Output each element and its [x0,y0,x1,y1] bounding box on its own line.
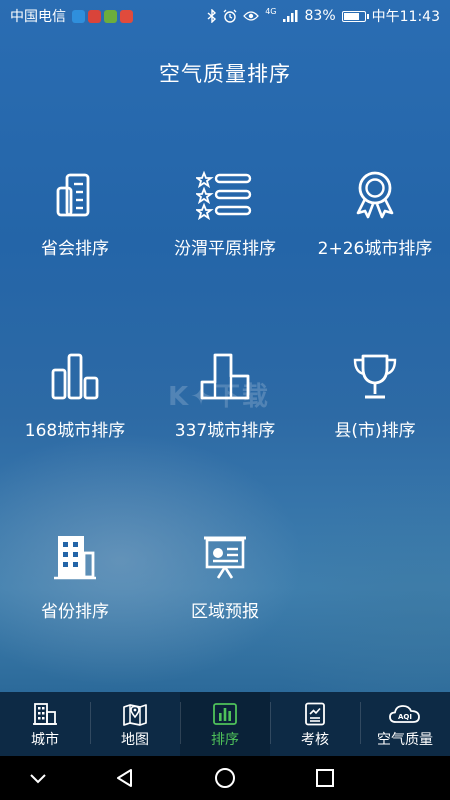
provincial-capital-ranking-button[interactable]: 省会排序 [0,170,150,290]
recent-apps-square-icon[interactable] [313,766,337,790]
home-circle-icon[interactable] [213,766,237,790]
network-type-label: 4G [265,6,277,16]
back-triangle-icon[interactable] [113,766,137,790]
grid-item-label: 168城市排序 [24,421,126,441]
bar-chart-icon [51,353,99,400]
tab-assessment[interactable]: 考核 [270,692,360,756]
grid-item-label: 汾渭平原排序 [174,239,276,259]
eye-icon [243,11,260,21]
svg-text:AQI: AQI [398,713,412,721]
tab-city[interactable]: 城市 [0,692,90,756]
location-notification-icon [120,9,133,23]
star-list-icon [196,170,252,220]
shield-notification-icon [72,9,85,23]
battery-percent: 83% [304,8,336,24]
lock-notification-icon [104,9,117,23]
carrier-label: 中国电信 [10,9,66,25]
regional-forecast-button[interactable]: 区域预报 [150,533,300,653]
system-navigation-bar [0,756,450,800]
presentation-board-icon [204,536,246,579]
office-building-icon [54,536,96,580]
app-notification-icon [88,9,101,23]
alarm-icon [223,9,237,23]
watermark: K✦下载 [168,382,270,412]
bluetooth-icon [207,9,217,23]
status-bar: 中国电信 4G 83% 中午11:43 [0,0,450,30]
grid-item-label: 2+26城市排序 [317,239,433,259]
status-left: 中国电信 [10,6,133,26]
tab-ranking[interactable]: 排序 [180,692,270,756]
award-ribbon-icon [356,171,394,219]
tab-map[interactable]: 地图 [90,692,180,756]
bar-chart-icon [213,703,237,725]
tab-label: 空气质量 [377,732,433,748]
county-ranking-button[interactable]: 县(市)排序 [300,352,450,472]
tab-label: 城市 [31,732,59,748]
tab-label: 地图 [121,732,149,748]
report-icon [305,702,325,726]
app-screen: 中国电信 4G 83% 中午11:43 空气质量排序 省会排序 汾渭平原排序 2… [0,0,450,800]
battery-icon [341,10,369,22]
bottom-tab-bar: 城市 地图 排序 考核 AQI 空气质量 [0,692,450,756]
tab-label: 排序 [211,732,239,748]
status-right: 4G 83% 中午11:43 [207,6,440,26]
two-plus-26-ranking-button[interactable]: 2+26城市排序 [300,170,450,290]
city-building-icon [33,703,57,725]
grid-item-label: 区域预报 [191,602,259,622]
tab-air-quality[interactable]: AQI 空气质量 [360,692,450,756]
grid-item-label: 省份排序 [41,602,109,622]
chevron-down-icon[interactable] [26,766,50,790]
map-pin-icon [123,704,147,726]
trophy-icon [353,354,397,399]
signal-icon [282,10,298,22]
tab-label: 考核 [301,732,329,748]
province-ranking-button[interactable]: 省份排序 [0,533,150,653]
grid-item-label: 337城市排序 [174,421,276,441]
168-city-ranking-button[interactable]: 168城市排序 [0,352,150,472]
grid-item-label: 省会排序 [41,239,109,259]
fenwei-plain-ranking-button[interactable]: 汾渭平原排序 [150,170,300,290]
page-title: 空气质量排序 [159,62,291,86]
grid-item-label: 县(市)排序 [334,421,416,441]
building-chart-icon [56,173,90,217]
clock: 中午11:43 [371,9,440,25]
aqi-cloud-icon: AQI [389,705,420,723]
